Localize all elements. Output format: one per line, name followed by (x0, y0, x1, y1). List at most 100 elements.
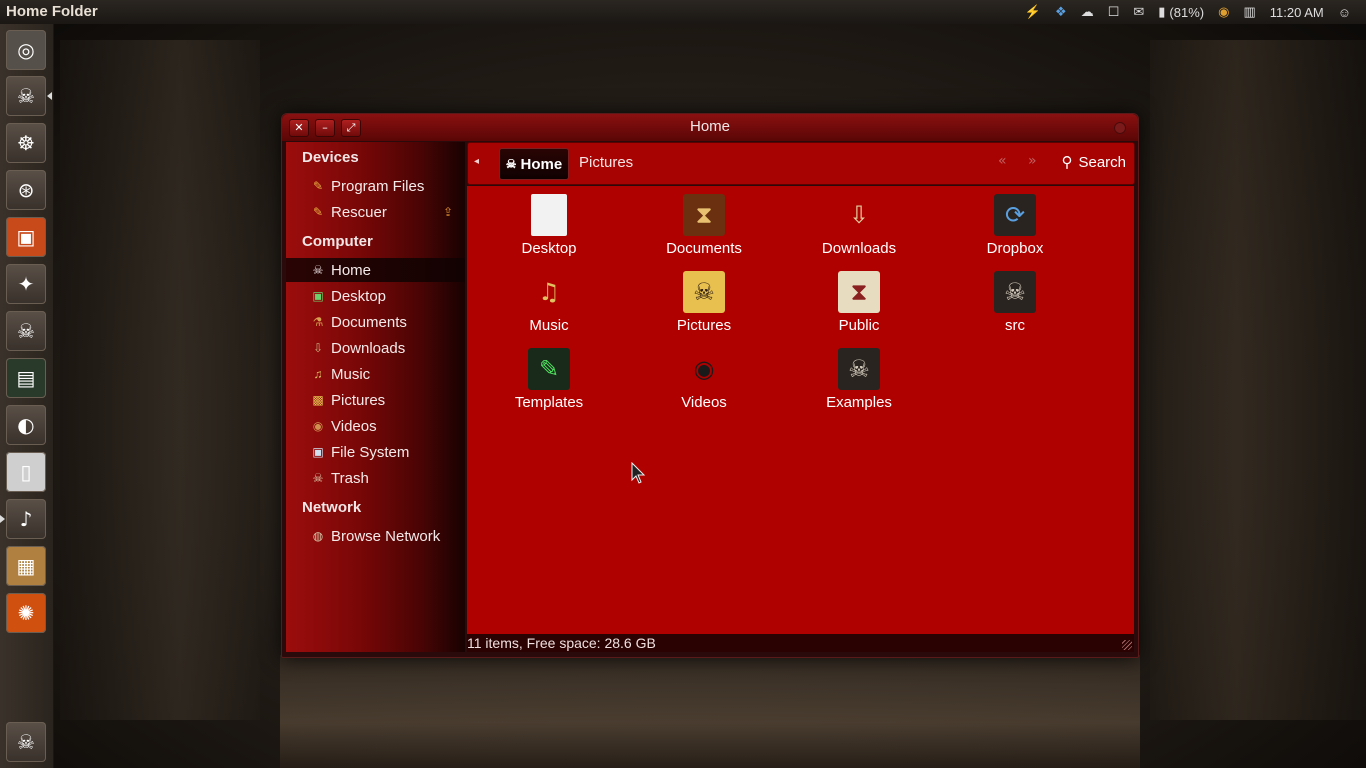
places-sidebar: Devices ✎ Program Files ✎ Rescuer ⇪ Comp… (286, 142, 465, 652)
videos-folder-icon: ◉ (693, 355, 715, 383)
status-bar: 11 items, Free space: 28.6 GB (467, 634, 1134, 652)
browser-launcher-icon[interactable]: ☸ (6, 123, 46, 163)
sidebar-item-label: Pictures (331, 391, 386, 409)
breadcrumb-pictures[interactable]: Pictures (579, 154, 633, 171)
software-center-icon[interactable]: ▣ (6, 217, 46, 257)
app-launcher-icon-5[interactable]: ✦ (6, 264, 46, 304)
battery-percent: (81%) (1169, 4, 1205, 20)
sidebar-item-pictures[interactable]: ▩ Pictures (286, 388, 465, 412)
window-icon[interactable]: ☐ (1101, 0, 1127, 24)
dash-home-icon[interactable]: ◎ (6, 30, 46, 70)
network-icon[interactable]: ▥ (1236, 0, 1262, 24)
terminal-launcher-icon[interactable]: ▤ (6, 358, 46, 398)
clock[interactable]: 11:20 AM (1263, 0, 1331, 24)
window-titlebar[interactable]: ✕ – ⤢ Home (282, 114, 1138, 141)
file-item-documents[interactable]: ⧗ Documents (644, 194, 764, 257)
sidebar-item-documents[interactable]: ⚗ Documents (286, 310, 465, 334)
skull-launcher-icon[interactable]: ☠ (6, 311, 46, 351)
launcher: ◎ ☠ ☸ ⊛ ▣ ✦ ☠ ▤ ◐ ▯ ♪ ▦ ✺ ☠ (0, 24, 54, 768)
file-label: Documents (666, 240, 742, 257)
blank-file-icon (531, 194, 567, 236)
files-launcher-icon[interactable]: ☠ (6, 76, 46, 116)
sidebar-item-label: File System (331, 443, 410, 461)
sidebar-item-label: Rescuer (331, 203, 387, 221)
wallpaper-left (60, 40, 260, 720)
status-text: 11 items, Free space: 28.6 GB (467, 635, 656, 651)
file-item-pictures[interactable]: ☠ Pictures (644, 271, 764, 334)
file-item-examples[interactable]: ☠ Examples (799, 348, 919, 411)
package-launcher-icon[interactable]: ▦ (6, 546, 46, 586)
sidebar-item-downloads[interactable]: ⇩ Downloads (286, 336, 465, 360)
sidebar-item-file-system[interactable]: ▣ File System (286, 440, 465, 464)
search-button[interactable]: ⚲ Search (1061, 153, 1126, 172)
dropbox-icon[interactable]: ❖ (1048, 0, 1074, 24)
cloud-icon[interactable]: ☁ (1074, 0, 1101, 24)
file-label: Desktop (521, 240, 577, 257)
home-icon: ☠ (312, 263, 324, 277)
file-label: Videos (681, 394, 727, 411)
pictures-folder-icon: ☠ (683, 271, 725, 313)
guitar-launcher-icon[interactable]: ♪ (6, 499, 46, 539)
network-header: Network (302, 499, 362, 516)
templates-folder-icon: ✎ (528, 348, 570, 390)
resize-grip-icon[interactable] (1122, 640, 1132, 650)
downloads-folder-icon: ⇩ (848, 201, 870, 229)
home-icon: ☠ (505, 157, 517, 171)
network-globe-icon: ◍ (312, 529, 324, 543)
file-item-music[interactable]: ♫ Music (489, 271, 609, 334)
file-item-public[interactable]: ⧗ Public (799, 271, 919, 334)
dropbox-folder-icon: ⟳ (994, 194, 1036, 236)
sidebar-item-home[interactable]: ☠ Home (286, 258, 465, 282)
file-item-desktop[interactable]: Desktop (489, 194, 609, 257)
app-launcher-icon-9[interactable]: ▯ (6, 452, 46, 492)
sidebar-item-videos[interactable]: ◉ Videos (286, 414, 465, 438)
trash-launcher-icon[interactable]: ☠ (6, 722, 46, 762)
file-item-videos[interactable]: ◉ Videos (644, 348, 764, 411)
flash-icon[interactable]: ⚡ (1018, 0, 1048, 24)
window-title: Home (689, 118, 730, 135)
file-label: Examples (826, 394, 892, 411)
breadcrumb-home[interactable]: ☠ Home (499, 148, 569, 180)
wallpaper-right (1150, 40, 1366, 720)
sidebar-item-browse-network[interactable]: ◍ Browse Network (286, 524, 465, 548)
file-item-templates[interactable]: ✎ Templates (489, 348, 609, 411)
radio-launcher-icon[interactable]: ⊛ (6, 170, 46, 210)
battery-indicator[interactable]: ▮ (81%) (1151, 0, 1211, 24)
sidebar-item-label: Trash (331, 469, 369, 487)
search-icon: ⚲ (1061, 154, 1073, 171)
computer-header: Computer (302, 233, 373, 250)
sidebar-item-trash[interactable]: ☠ Trash (286, 466, 465, 490)
search-label: Search (1078, 153, 1126, 171)
file-view[interactable]: Desktop ⧗ Documents ⇩ Downloads ⟳ Dropbo… (467, 186, 1134, 634)
devices-header: Devices (302, 149, 359, 166)
sidebar-item-label: Desktop (331, 287, 387, 305)
file-item-downloads[interactable]: ⇩ Downloads (799, 194, 919, 257)
music-icon: ♫ (313, 367, 323, 381)
file-item-dropbox[interactable]: ⟳ Dropbox (955, 194, 1075, 257)
active-arrow-icon (47, 92, 52, 100)
skull-folder-icon: ☠ (994, 271, 1036, 313)
file-label: Pictures (676, 317, 732, 334)
nav-back-icon[interactable]: « (998, 153, 1007, 169)
nav-forward-icon[interactable]: » (1028, 153, 1037, 169)
sidebar-item-rescuer[interactable]: ✎ Rescuer ⇪ (286, 200, 465, 224)
public-folder-icon: ⧗ (838, 271, 880, 313)
file-item-src[interactable]: ☠ src (955, 271, 1075, 334)
app-launcher-icon-8[interactable]: ◐ (6, 405, 46, 445)
mail-icon[interactable]: ✉ (1126, 0, 1151, 24)
file-label: Downloads (821, 240, 897, 257)
sidebar-item-music[interactable]: ♫ Music (286, 362, 465, 386)
sidebar-item-program-files[interactable]: ✎ Program Files (286, 174, 465, 198)
window-menu-dot[interactable] (1114, 122, 1126, 134)
back-arrow-icon[interactable]: ◂ (474, 156, 479, 167)
sound-icon[interactable]: ◉ (1211, 0, 1236, 24)
desktop-icon: ▣ (312, 289, 324, 303)
eject-icon[interactable]: ⇪ (443, 205, 453, 219)
drive-icon: ✎ (312, 179, 324, 193)
user-icon[interactable]: ☺ (1331, 0, 1358, 24)
app-launcher-icon-12[interactable]: ✺ (6, 593, 46, 633)
sidebar-item-desktop[interactable]: ▣ Desktop (286, 284, 465, 308)
downloads-icon: ⇩ (312, 341, 324, 355)
wallpaper-floor (280, 655, 1140, 768)
system-tray: ⚡ ❖ ☁ ☐ ✉ ▮ (81%) ◉ ▥ 11:20 AM ☺ (1018, 0, 1358, 24)
